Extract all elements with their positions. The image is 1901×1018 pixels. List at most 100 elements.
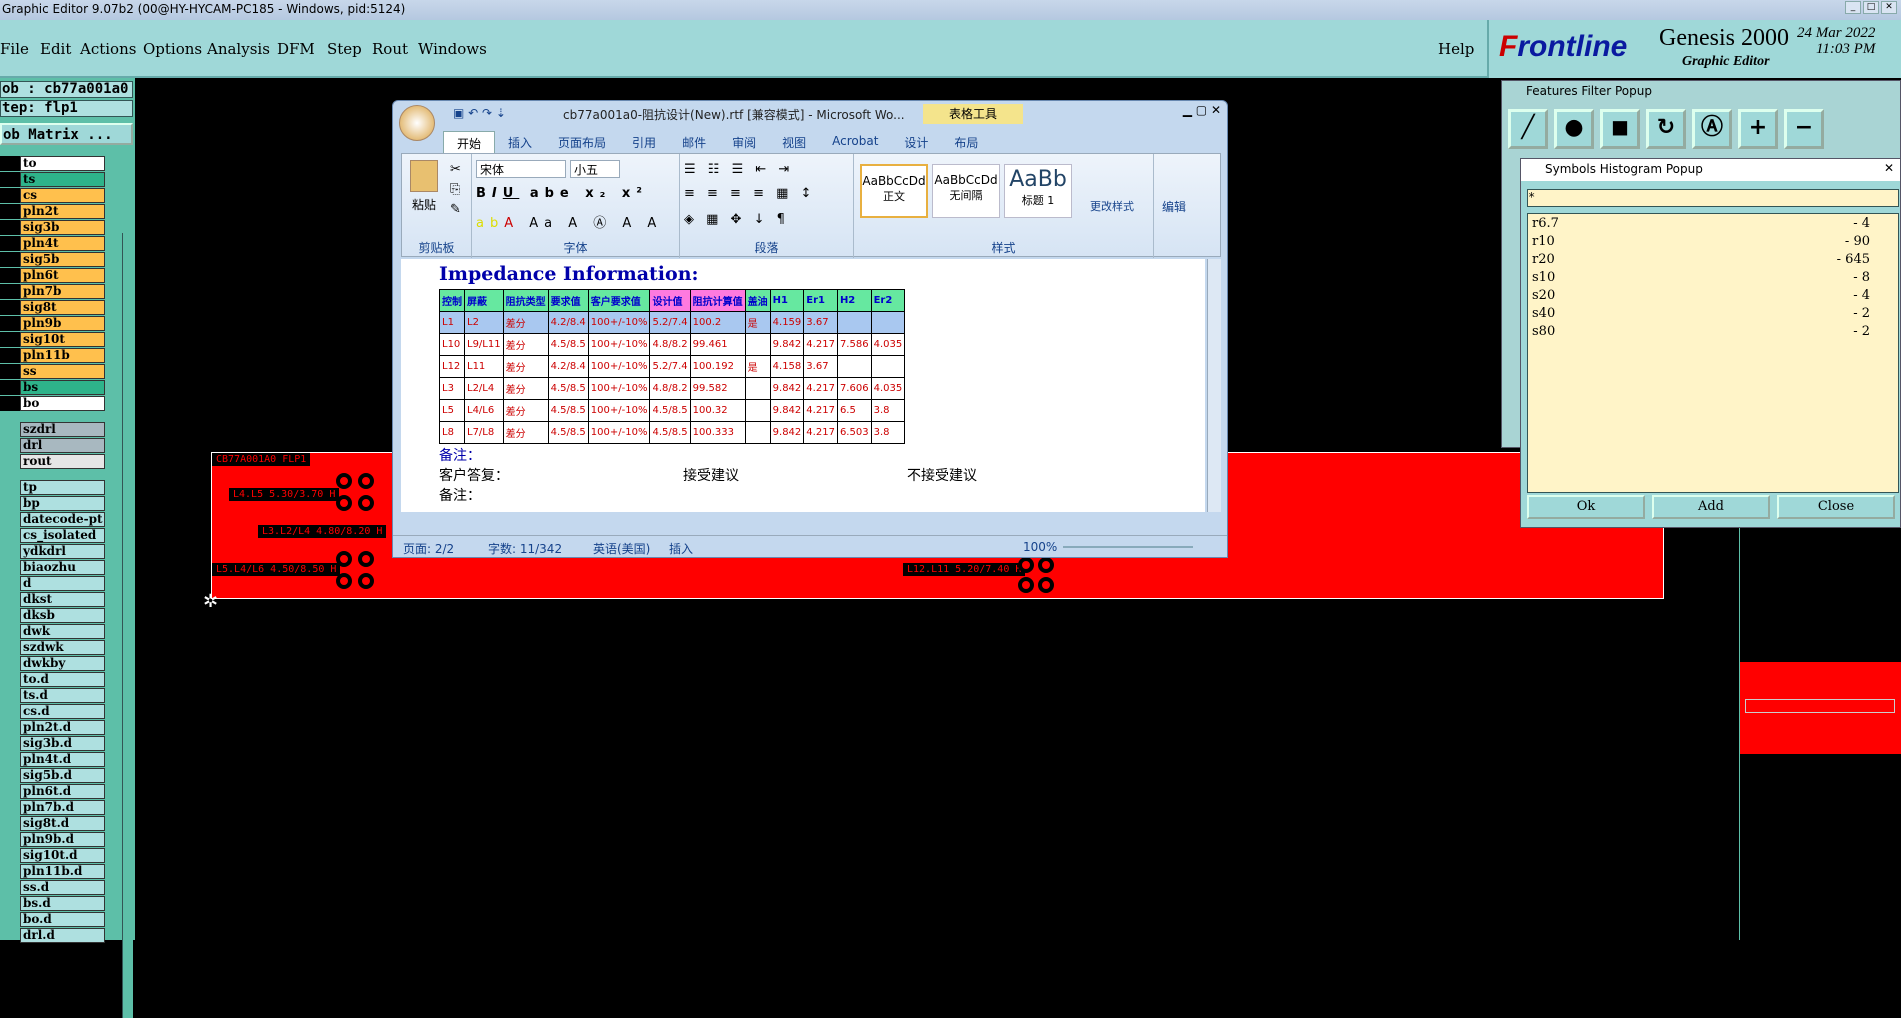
layer-item[interactable]: pln2t (20, 204, 105, 219)
shading-buttons[interactable]: ◈ ▦ ✥ ↓ ¶ (684, 212, 789, 227)
misc-layer-item[interactable]: tp (20, 480, 105, 495)
style-normal[interactable]: AaBbCcDd 正文 (860, 164, 928, 218)
misc-layer-item[interactable]: sig5b.d (20, 768, 105, 783)
layer-marker[interactable] (0, 268, 20, 283)
document-scrollbar[interactable] (1207, 259, 1221, 512)
layer-item[interactable]: pln6t (20, 268, 105, 283)
align-buttons[interactable]: ≡ ≡ ≡ ≡ ▦ ↕ (684, 186, 815, 201)
symbol-row[interactable]: s80 - 2 (1532, 324, 1894, 342)
ribbon-tab[interactable]: 插入 (495, 131, 545, 155)
drill-layer-item[interactable]: szdrl (20, 422, 105, 437)
misc-layer-item[interactable]: sig3b.d (20, 736, 105, 751)
layer-marker[interactable] (0, 284, 20, 299)
font-select[interactable]: 宋体 (476, 160, 566, 178)
misc-layer-item[interactable]: to.d (20, 672, 105, 687)
misc-layer-item[interactable]: sig10t.d (20, 848, 105, 863)
symbol-row[interactable]: r6.7 - 4 (1532, 216, 1894, 234)
symbol-row[interactable]: r20 - 645 (1532, 252, 1894, 270)
misc-layer-item[interactable]: szdwk (20, 640, 105, 655)
font-size-select[interactable]: 小五 (570, 160, 620, 178)
symbol-filter-input[interactable]: * (1527, 189, 1899, 207)
layer-marker[interactable] (0, 348, 20, 363)
menu-step[interactable]: Step (327, 40, 362, 58)
zoom-slider[interactable] (1063, 546, 1193, 548)
misc-layer-item[interactable]: dwkby (20, 656, 105, 671)
menu-file[interactable]: File (0, 40, 29, 58)
misc-layer-item[interactable]: d (20, 576, 105, 591)
layer-marker[interactable] (0, 316, 20, 331)
surface-filter-icon[interactable]: ◼ (1600, 109, 1640, 149)
layer-marker[interactable] (0, 332, 20, 347)
menu-edit[interactable]: Edit (40, 40, 71, 58)
plus-icon[interactable]: + (1738, 109, 1778, 149)
symbol-list[interactable]: r6.7 - 4 r10 - 90 r20 - 645 s10 - 8 s20 - 4 s40 - 2… (1527, 213, 1899, 493)
paste-icon[interactable] (410, 160, 438, 192)
misc-layer-item[interactable]: pln6t.d (20, 784, 105, 799)
misc-layer-item[interactable]: cs_isolated (20, 528, 105, 543)
layer-marker[interactable] (0, 156, 20, 171)
misc-layer-item[interactable]: biaozhu (20, 560, 105, 575)
misc-layer-item[interactable]: ss.d (20, 880, 105, 895)
ribbon-tab[interactable]: 邮件 (669, 131, 719, 155)
font-color-buttons[interactable]: abA Aa A Ⓐ A A (476, 212, 662, 231)
symbol-row[interactable]: r10 - 90 (1532, 234, 1894, 252)
misc-layer-item[interactable]: bs.d (20, 896, 105, 911)
table-row[interactable]: L12 L11 差分 4.2/8.4 100+/-10% 5.2/7.4 100.192 是 4… (439, 355, 906, 378)
minimize-button[interactable]: _ (1845, 1, 1861, 14)
document-area[interactable]: Impedance Information: 控制 屏蔽 阻抗类型 要求值 客户要求值设… (401, 259, 1205, 512)
drill-layer-item[interactable]: drl (20, 438, 105, 453)
layer-item[interactable]: ss (20, 364, 105, 379)
misc-layer-item[interactable]: pln9b.d (20, 832, 105, 847)
ribbon-tab[interactable]: 开始 (443, 131, 496, 155)
text-filter-icon[interactable]: Ⓐ (1692, 109, 1732, 149)
paste-button[interactable]: 粘贴 (412, 196, 436, 213)
ribbon-tab[interactable]: 引用 (619, 131, 669, 155)
menu-help[interactable]: Help (1438, 40, 1474, 58)
ribbon-tab[interactable]: Acrobat (819, 131, 891, 155)
layer-item[interactable]: pln9b (20, 316, 105, 331)
menu-options[interactable]: Options (143, 40, 202, 58)
drill-layer-item[interactable]: rout (20, 454, 105, 469)
layer-marker[interactable] (0, 188, 20, 203)
style-no-spacing[interactable]: AaBbCcDd 无间隔 (932, 164, 1000, 218)
minus-icon[interactable]: − (1784, 109, 1824, 149)
ribbon-tab[interactable]: 布局 (941, 131, 991, 155)
layer-item[interactable]: sig10t (20, 332, 105, 347)
word-window-controls[interactable]: ▁ ▢ ✕ (1183, 103, 1221, 117)
ok-button[interactable]: Ok (1527, 495, 1645, 519)
cut-copy-icons[interactable]: ✂ ⎘ ✎ (450, 160, 461, 220)
quick-access-toolbar[interactable]: ▣ ↶ ↷ ⇣ (453, 106, 506, 120)
layer-item[interactable]: bo (20, 396, 105, 411)
misc-layer-item[interactable]: dksb (20, 608, 105, 623)
line-filter-icon[interactable]: ╱ (1508, 109, 1548, 149)
layer-marker[interactable] (0, 380, 20, 395)
table-row[interactable]: L3 L2/L4 差分 4.5/8.5 100+/-10% 4.8/8.2 99.582 9.… (439, 377, 906, 400)
menu-windows[interactable]: Windows (418, 40, 487, 58)
close-popup-button[interactable]: Close (1777, 495, 1895, 519)
ribbon-tab[interactable]: 设计 (891, 131, 941, 155)
add-button[interactable]: Add (1652, 495, 1770, 519)
office-button-icon[interactable] (399, 105, 435, 141)
font-format-buttons[interactable]: BIU abe x₂ x² (476, 186, 648, 201)
table-row[interactable]: L5 L4/L6 差分 4.5/8.5 100+/-10% 4.5/8.5 100.32 9.… (439, 399, 906, 422)
edit-button[interactable]: 编辑 (1162, 198, 1186, 215)
popup-close-icon[interactable]: ✕ (1884, 161, 1894, 175)
pad-filter-icon[interactable]: ● (1554, 109, 1594, 149)
symbol-row[interactable]: s20 - 4 (1532, 288, 1894, 306)
close-button[interactable]: ✕ (1881, 1, 1897, 14)
misc-layer-item[interactable]: pln2t.d (20, 720, 105, 735)
layer-marker[interactable] (0, 252, 20, 267)
layer-item[interactable]: cs (20, 188, 105, 203)
table-row[interactable]: L8 L7/L8 差分 4.5/8.5 100+/-10% 4.5/8.5 100.333 9… (439, 421, 906, 444)
layer-marker[interactable] (0, 204, 20, 219)
ribbon-tab[interactable]: 审阅 (719, 131, 769, 155)
misc-layer-item[interactable]: dkst (20, 592, 105, 607)
table-row[interactable]: L1 L2 差分 4.2/8.4 100+/-10% 5.2/7.4 100.2 是 4.159… (439, 311, 906, 334)
misc-layer-item[interactable]: ydkdrl (20, 544, 105, 559)
misc-layer-item[interactable]: cs.d (20, 704, 105, 719)
change-style-button[interactable]: 更改样式 (1090, 198, 1134, 214)
layer-marker[interactable] (0, 172, 20, 187)
layer-marker[interactable] (0, 220, 20, 235)
misc-layer-item[interactable]: sig8t.d (20, 816, 105, 831)
misc-layer-item[interactable]: bo.d (20, 912, 105, 927)
